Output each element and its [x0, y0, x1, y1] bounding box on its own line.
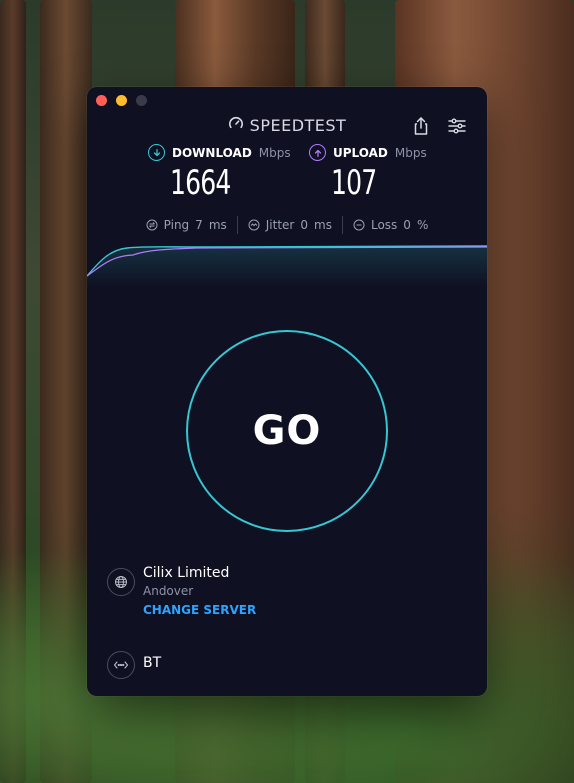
speedometer-icon [228, 115, 244, 135]
server-info: Cilix Limited Andover CHANGE SERVER [107, 565, 467, 625]
speedtest-window: SPEEDTEST DOWNLOAD Mbps 1664 UPLOAD Mbps… [87, 87, 487, 696]
loss-stat: Loss 0 % [343, 218, 438, 232]
window-controls [96, 95, 147, 106]
download-metric: DOWNLOAD Mbps 1664 [148, 144, 291, 203]
speed-graph [87, 245, 487, 288]
ping-value: 7 [195, 218, 203, 232]
upload-label: UPLOAD [333, 145, 388, 160]
network-icon [107, 651, 135, 679]
brand-name: SPEEDTEST [249, 115, 347, 135]
upload-arrow-icon [309, 144, 326, 161]
server-name: Cilix Limited [143, 565, 230, 581]
download-label: DOWNLOAD [172, 145, 252, 160]
share-icon[interactable] [411, 116, 431, 136]
upload-unit: Mbps [394, 145, 427, 160]
loss-label: Loss [370, 218, 398, 232]
ping-icon [146, 219, 158, 231]
upload-metric: UPLOAD Mbps 107 [309, 144, 427, 203]
loss-unit: % [416, 218, 429, 232]
latency-stats: Ping 7 ms Jitter 0 ms Loss 0 % [87, 215, 487, 235]
results-panel: DOWNLOAD Mbps 1664 UPLOAD Mbps 107 [87, 144, 487, 214]
zoom-window-button[interactable] [136, 95, 147, 106]
loss-value: 0 [403, 218, 411, 232]
jitter-label: Jitter [265, 218, 295, 232]
jitter-icon [248, 219, 260, 231]
upload-value: 107 [331, 163, 377, 203]
ping-stat: Ping 7 ms [136, 218, 237, 232]
go-button-container: GO [186, 330, 388, 532]
isp-name: BT [143, 655, 162, 671]
jitter-unit: ms [314, 218, 332, 232]
download-arrow-icon [148, 144, 165, 161]
ping-unit: ms [208, 218, 227, 232]
globe-icon [107, 568, 135, 596]
jitter-stat: Jitter 0 ms [238, 218, 342, 232]
ping-label: Ping [163, 218, 190, 232]
server-location: Andover [143, 584, 194, 598]
app-header: SPEEDTEST [87, 115, 487, 139]
download-value: 1664 [170, 163, 231, 203]
download-graph-area [87, 246, 487, 288]
change-server-link[interactable]: CHANGE SERVER [143, 603, 256, 617]
loss-icon [353, 219, 365, 231]
download-unit: Mbps [258, 145, 291, 160]
jitter-value: 0 [300, 218, 309, 232]
go-button[interactable]: GO [186, 330, 388, 532]
server-details: Cilix Limited Andover CHANGE SERVER [143, 565, 256, 617]
minimize-window-button[interactable] [116, 95, 127, 106]
close-window-button[interactable] [96, 95, 107, 106]
sliders-icon[interactable] [447, 116, 467, 136]
isp-info: BT [107, 648, 467, 679]
